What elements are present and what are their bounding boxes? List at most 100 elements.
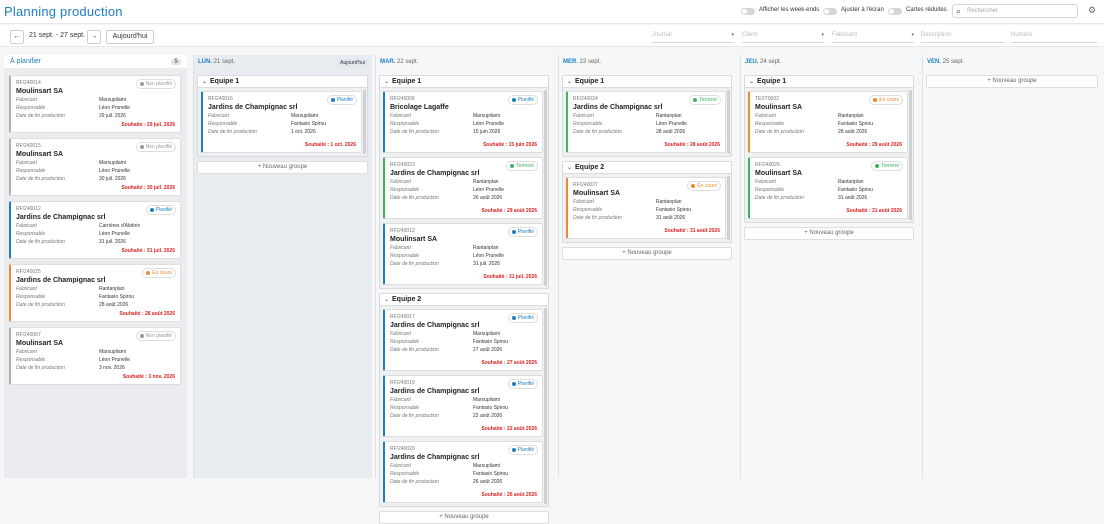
status-label: Planifié: [517, 97, 534, 103]
gear-icon[interactable]: ⚙: [1088, 5, 1096, 16]
card-client-name: Jardins de Champignac srl: [390, 454, 480, 461]
wish-date: Souhaité : 3 nov. 2026: [122, 374, 175, 380]
today-button[interactable]: Aujourd'hui: [106, 30, 154, 44]
planning-card[interactable]: RF/240024 Terminé Jardins de Champignac sr…: [566, 91, 726, 153]
fabricant-value: Marsupilami: [473, 331, 500, 337]
date-fin-label: Date de fin production: [390, 347, 439, 353]
date-fin-value: 28 août 2026: [656, 129, 686, 135]
search-input[interactable]: ⌕ Rechercher: [952, 4, 1078, 18]
day-name: JEU.: [745, 59, 761, 65]
chevron-down-icon: ▾: [821, 32, 824, 38]
planning-card[interactable]: RF/240017 Planifié Jardins de Champignac s…: [383, 309, 543, 371]
scrollbar[interactable]: [727, 176, 730, 240]
caret-down-icon[interactable]: ⌄: [384, 296, 389, 303]
planning-card[interactable]: RF/240014 Non planifié Moulinsart SA Fabric…: [9, 75, 181, 133]
date-fin-value: 31 août 2026: [838, 195, 868, 201]
responsable-label: Responsable: [16, 105, 46, 111]
fabricant-value: Marsupilami: [473, 463, 500, 469]
status-label: En cours: [152, 270, 172, 276]
card-client-name: Moulinsart SA: [16, 151, 64, 158]
new-group-button[interactable]: + Nouveau groupe: [562, 247, 732, 260]
team-group: ⌄ Equipe 1 TEST0002 En cours Moulinsart SA Fa…: [744, 75, 914, 223]
status-dot-icon: [511, 447, 516, 452]
journal-filter[interactable]: Journal ▾: [652, 32, 734, 43]
status-label: Non planifié: [145, 333, 172, 339]
prev-week-button[interactable]: ←: [10, 30, 24, 44]
new-group-button[interactable]: + Nouveau groupe: [926, 75, 1098, 88]
planning-card[interactable]: RF/240019 Planifié Jardins de Champignac s…: [383, 375, 543, 437]
date-fin-value: 30 juil. 2026: [99, 176, 126, 182]
description-filter[interactable]: Description: [921, 32, 1005, 43]
caret-down-icon[interactable]: ⌄: [749, 78, 754, 85]
new-group-button[interactable]: + Nouveau groupe: [744, 227, 914, 240]
caret-down-icon[interactable]: ⌄: [202, 78, 207, 85]
new-group-label: Nouveau groupe: [809, 230, 854, 236]
group-header[interactable]: ⌄ Equipe 1: [563, 76, 731, 88]
planning-card[interactable]: RF/240013 Planifié Moulinsart SA Fabricant R…: [383, 223, 543, 285]
fabricant-value: Rantanplan: [656, 113, 682, 119]
status-badge: Terminé: [871, 161, 903, 171]
planning-card[interactable]: RF/240023 Terminé Jardins de Champignac sr…: [383, 157, 543, 219]
status-label: Planifié: [517, 447, 534, 453]
team-group: ⌄ Equipe 1 RF/240006 Planifié Bricolage Laga…: [379, 75, 549, 289]
group-name: Equipe 1: [757, 78, 787, 85]
planning-card[interactable]: RF/240007 Non planifié Moulinsart SA Fabric…: [9, 327, 181, 385]
group-header[interactable]: ⌄ Equipe 2: [563, 162, 731, 174]
toggle-fit-screen[interactable]: [823, 8, 837, 15]
planning-card[interactable]: RF/240015 Non planifié Moulinsart SA Fabric…: [9, 138, 181, 196]
fabricant-value: Carrières d'Aldérix: [99, 223, 140, 229]
card-reference: RF/240016: [208, 96, 233, 102]
planning-card[interactable]: RF/240012 Planifié Jardins de Champignac s…: [9, 201, 181, 259]
fabricant-label: Fabricant: [16, 97, 37, 103]
numero-filter[interactable]: Numéro: [1011, 32, 1097, 43]
fabricant-filter[interactable]: Fabricant ▾: [832, 32, 914, 43]
group-header[interactable]: ⌄ Equipe 1: [745, 76, 913, 88]
chevron-down-icon: ▾: [731, 32, 734, 38]
responsable-value: Fantasio Spirou: [656, 207, 692, 213]
status-label: En cours: [697, 183, 717, 189]
toggle-weekends[interactable]: [741, 8, 755, 15]
planning-card[interactable]: RF/240020 Planifié Jardins de Champignac s…: [383, 441, 543, 503]
fabricant-value: Marsupilami: [99, 349, 126, 355]
responsable-value: Fantasio Spirou: [99, 294, 135, 300]
scrollbar[interactable]: [544, 308, 547, 504]
new-group-button[interactable]: + Nouveau groupe: [197, 161, 368, 174]
planning-card[interactable]: RF/240027 En cours Moulinsart SA Fabricant R…: [566, 177, 726, 239]
planning-card[interactable]: RF/240006 Planifié Bricolage Lagaffe Fabric…: [383, 91, 543, 153]
status-label: Planifié: [517, 229, 534, 235]
status-badge: Non planifié: [135, 331, 176, 341]
toggle-reduced-cards[interactable]: [888, 8, 902, 15]
scrollbar[interactable]: [727, 90, 730, 154]
fabricant-label: Fabricant: [390, 463, 411, 469]
planning-card[interactable]: RF/240016 Planifié Jardins de Champignac s…: [201, 91, 362, 153]
card-reference: RF/240019: [390, 380, 415, 386]
scrollbar[interactable]: [909, 90, 912, 220]
group-header[interactable]: ⌄ Equipe 1: [380, 76, 548, 88]
group-header[interactable]: ⌄ Equipe 2: [380, 294, 548, 306]
fabricant-filter-label: Fabricant: [832, 32, 858, 38]
status-badge: Planifié: [507, 313, 538, 323]
status-badge: Non planifié: [135, 79, 176, 89]
planning-card[interactable]: RF/240025 En cours Jardins de Champignac s…: [9, 264, 181, 322]
next-week-button[interactable]: →: [87, 30, 101, 44]
fabricant-value: Marsupilami: [99, 160, 126, 166]
status-badge: En cours: [869, 95, 903, 105]
caret-down-icon[interactable]: ⌄: [384, 78, 389, 85]
wish-date: Souhaité : 15 juin 2026: [483, 142, 537, 148]
responsable-label: Responsable: [573, 207, 603, 213]
client-filter[interactable]: Client ▾: [742, 32, 824, 43]
scrollbar[interactable]: [363, 90, 366, 154]
team-group: ⌄ Equipe 2 RF/240027 En cours Moulinsart SA F…: [562, 161, 732, 243]
caret-down-icon[interactable]: ⌄: [567, 164, 572, 171]
fabricant-value: Rantanplan: [838, 113, 864, 119]
toggle-weekends-label: Afficher les week-ends: [759, 7, 820, 13]
planning-card[interactable]: RF/240026 Terminé Moulinsart SA Fabricant Ra…: [748, 157, 908, 219]
scrollbar[interactable]: [544, 90, 547, 286]
new-group-button[interactable]: + Nouveau groupe: [379, 511, 549, 524]
group-header[interactable]: ⌄ Equipe 1: [198, 76, 367, 88]
planning-card[interactable]: TEST0002 En cours Moulinsart SA Fabricant Ra…: [748, 91, 908, 153]
caret-down-icon[interactable]: ⌄: [567, 78, 572, 85]
responsable-label: Responsable: [208, 121, 238, 127]
responsable-value: Fantasio Spirou: [838, 121, 874, 127]
date-fin-label: Date de fin production: [573, 215, 622, 221]
